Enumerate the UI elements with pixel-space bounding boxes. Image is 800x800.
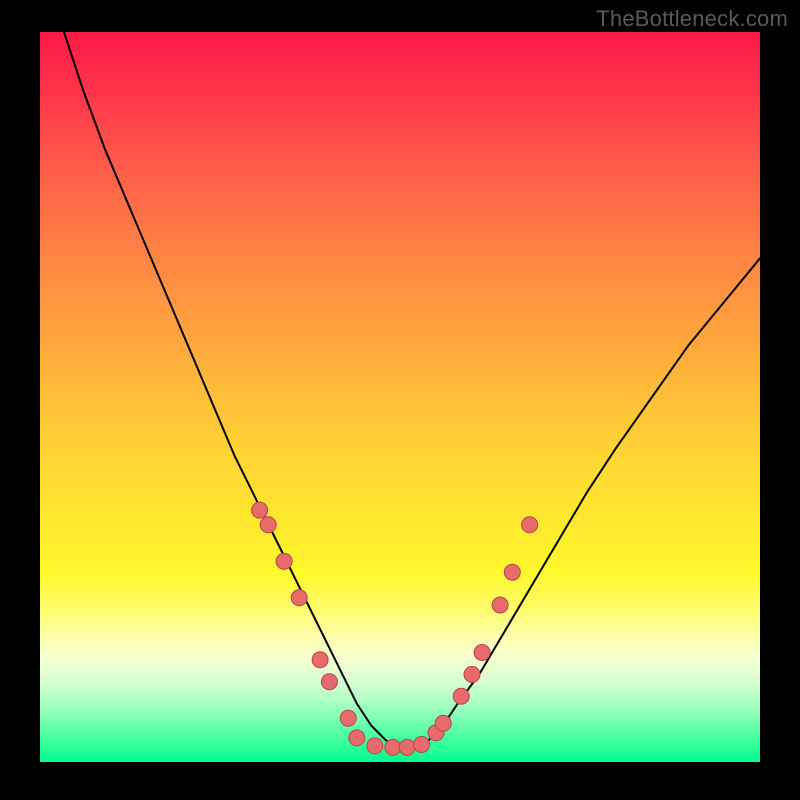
marker-dot bbox=[492, 597, 508, 613]
marker-dot bbox=[340, 710, 356, 726]
bottleneck-curve bbox=[40, 32, 760, 747]
marker-dot bbox=[291, 590, 307, 606]
marker-dot bbox=[367, 738, 383, 754]
marker-dot bbox=[260, 517, 276, 533]
marker-dot bbox=[399, 739, 415, 755]
marker-dot bbox=[414, 737, 430, 753]
marker-dot bbox=[453, 688, 469, 704]
marker-dot bbox=[349, 730, 365, 746]
marker-dot bbox=[522, 517, 538, 533]
chart-frame: TheBottleneck.com bbox=[0, 0, 800, 800]
plot-area bbox=[40, 32, 760, 762]
marker-dot bbox=[504, 564, 520, 580]
marker-dot bbox=[385, 739, 401, 755]
marker-dot bbox=[435, 715, 451, 731]
marker-dot bbox=[474, 645, 490, 661]
marker-dots bbox=[252, 502, 538, 755]
marker-dot bbox=[276, 553, 292, 569]
marker-dot bbox=[312, 652, 328, 668]
watermark-text: TheBottleneck.com bbox=[596, 6, 788, 32]
marker-dot bbox=[464, 666, 480, 682]
marker-dot bbox=[252, 502, 268, 518]
marker-dot bbox=[321, 674, 337, 690]
curve-layer bbox=[40, 32, 760, 762]
